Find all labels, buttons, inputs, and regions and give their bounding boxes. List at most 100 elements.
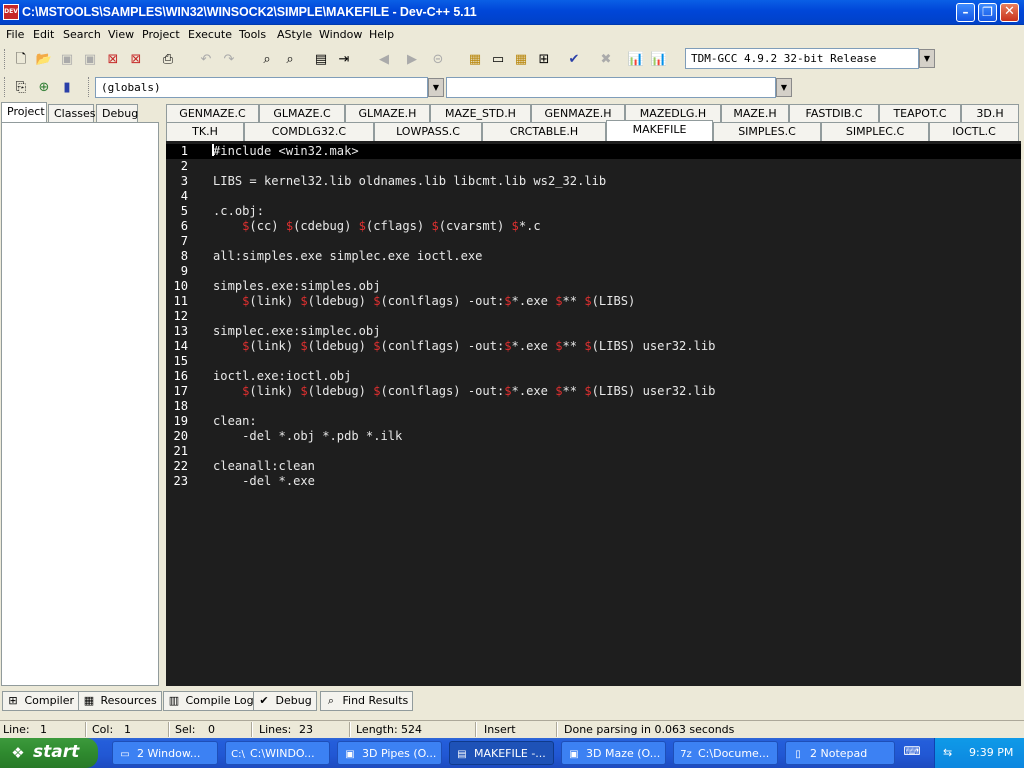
abort-compile-icon[interactable]: ✖ — [596, 49, 616, 69]
menu-search[interactable]: Search — [63, 28, 101, 41]
close-button[interactable]: ✕ — [1000, 3, 1019, 22]
file-tab[interactable]: CRCTABLE.H — [482, 122, 606, 141]
code-line[interactable]: 3 LIBS = kernel32.lib oldnames.lib libcmt… — [166, 174, 1021, 189]
tab-debug-panel[interactable]: Debug — [96, 104, 138, 123]
menu-edit[interactable]: Edit — [33, 28, 54, 41]
code-line[interactable]: 20 -del *.obj *.pdb *.ilk — [166, 429, 1021, 444]
remove-from-project-icon[interactable]: ▮ — [57, 77, 77, 97]
menu-tools[interactable]: Tools — [239, 28, 266, 41]
replace-icon[interactable]: ⌕ — [280, 49, 300, 69]
file-tab[interactable]: TEAPOT.C — [879, 104, 961, 123]
run-icon[interactable]: ▭ — [488, 49, 508, 69]
tab-debug[interactable]: ✔ Debug — [253, 691, 317, 711]
code-line[interactable]: 4 — [166, 189, 1021, 204]
menu-view[interactable]: View — [108, 28, 134, 41]
tab-classes[interactable]: Classes — [48, 104, 95, 123]
print-icon[interactable]: ⎙ — [158, 49, 178, 69]
code-line[interactable]: 5 .c.obj: — [166, 204, 1021, 219]
close-all-icon[interactable]: ⊠ — [126, 49, 146, 69]
menu-file[interactable]: File — [6, 28, 24, 41]
taskbar-item[interactable]: ▯ 2 Notepad — [785, 741, 895, 765]
code-line[interactable]: 10 simples.exe:simples.obj — [166, 279, 1021, 294]
tab-compiler[interactable]: ⊞ Compiler — [2, 691, 80, 711]
toolbar-grip[interactable] — [4, 77, 7, 97]
file-tab[interactable]: SIMPLES.C — [713, 122, 821, 141]
taskbar-item[interactable]: ▣ 3D Pipes (O... — [337, 741, 442, 765]
network-icon[interactable]: ⇆ — [943, 746, 959, 760]
file-tab[interactable]: SIMPLEC.C — [821, 122, 929, 141]
syntax-check-icon[interactable]: ✔ — [564, 49, 584, 69]
rebuild-icon[interactable]: ⊞ — [534, 49, 554, 69]
compiler-select[interactable]: TDM-GCC 4.9.2 32-bit Release — [685, 48, 919, 69]
taskbar-item[interactable]: 7z C:\Docume... — [673, 741, 778, 765]
file-tab[interactable]: GLMAZE.C — [259, 104, 345, 123]
toolbar-grip[interactable] — [4, 49, 7, 69]
back-icon[interactable]: ◀ — [374, 49, 394, 69]
taskbar-item[interactable]: ▭ 2 Window... — [112, 741, 218, 765]
menu-window[interactable]: Window — [319, 28, 362, 41]
code-line[interactable]: 17 $(link) $(ldebug) $(conlflags) -out:$… — [166, 384, 1021, 399]
code-line[interactable]: 18 — [166, 399, 1021, 414]
taskbar-item-active[interactable]: ▤ MAKEFILE -... — [449, 741, 554, 765]
code-line[interactable]: 12 — [166, 309, 1021, 324]
file-tab[interactable]: GLMAZE.H — [345, 104, 430, 123]
goto-bookmark-icon[interactable]: ⇥ — [334, 49, 354, 69]
code-line[interactable]: 16 ioctl.exe:ioctl.obj — [166, 369, 1021, 384]
project-panel[interactable] — [1, 122, 159, 686]
new-file-icon[interactable]: 🗋 — [11, 49, 31, 69]
keyboard-icon[interactable]: ⌨ — [903, 744, 921, 762]
tab-compile-log[interactable]: ▥ Compile Log — [163, 691, 259, 711]
code-line[interactable]: 13 simplec.exe:simplec.obj — [166, 324, 1021, 339]
menu-execute[interactable]: Execute — [188, 28, 232, 41]
chevron-down-icon[interactable]: ▼ — [776, 78, 792, 97]
code-line[interactable]: 14 $(link) $(ldebug) $(conlflags) -out:$… — [166, 339, 1021, 354]
code-line[interactable]: 15 — [166, 354, 1021, 369]
chevron-down-icon[interactable]: ▼ — [919, 49, 935, 68]
code-line[interactable]: 7 — [166, 234, 1021, 249]
start-button[interactable]: ❖ start — [0, 738, 98, 768]
compile-icon[interactable]: ▦ — [465, 49, 485, 69]
open-file-icon[interactable]: 📂 — [34, 49, 54, 69]
file-tab[interactable]: LOWPASS.C — [374, 122, 482, 141]
title-bar[interactable]: DEV C:\MSTOOLS\SAMPLES\WIN32\WINSOCK2\SI… — [0, 0, 1024, 25]
undo-icon[interactable]: ↶ — [196, 49, 216, 69]
file-tab[interactable]: COMDLG32.C — [244, 122, 374, 141]
code-line[interactable]: 1 #include <win32.mak> — [166, 144, 1021, 159]
add-to-project-icon[interactable]: ⊕ — [34, 77, 54, 97]
find-icon[interactable]: ⌕ — [257, 49, 277, 69]
stop-icon[interactable]: ⊝ — [428, 49, 448, 69]
save-all-icon[interactable]: ▣ — [80, 49, 100, 69]
code-line[interactable]: 6 $(cc) $(cdebug) $(cflags) $(cvarsmt) $… — [166, 219, 1021, 234]
tab-find-results[interactable]: ⌕ Find Results — [320, 691, 414, 711]
file-tab[interactable]: 3D.H — [961, 104, 1019, 123]
profile-icon[interactable]: 📊 — [626, 49, 646, 69]
scope-select[interactable]: (globals) — [95, 77, 428, 98]
file-tab[interactable]: IOCTL.C — [929, 122, 1019, 141]
taskbar-item[interactable]: C:\ C:\WINDO... — [225, 741, 330, 765]
file-tab[interactable]: FASTDIB.C — [789, 104, 879, 123]
compile-run-icon[interactable]: ▦ — [511, 49, 531, 69]
code-line[interactable]: 2 — [166, 159, 1021, 174]
file-tab[interactable]: GENMAZE.C — [166, 104, 259, 123]
file-tab[interactable]: TK.H — [166, 122, 244, 141]
code-line[interactable]: 21 — [166, 444, 1021, 459]
code-line[interactable]: 11 $(link) $(ldebug) $(conlflags) -out:$… — [166, 294, 1021, 309]
menu-help[interactable]: Help — [369, 28, 394, 41]
toolbar-grip[interactable] — [88, 77, 91, 97]
taskbar-item[interactable]: ▣ 3D Maze (O... — [561, 741, 666, 765]
delete-profile-icon[interactable]: 📊 — [649, 49, 669, 69]
file-tab[interactable]: MAZE_STD.H — [430, 104, 531, 123]
minimize-button[interactable]: – — [956, 3, 975, 22]
tab-project[interactable]: Project — [1, 102, 47, 123]
chevron-down-icon[interactable]: ▼ — [428, 78, 444, 97]
tab-resources[interactable]: ▦ Resources — [78, 691, 162, 711]
code-line[interactable]: 8 all:simples.exe simplec.exe ioctl.exe — [166, 249, 1021, 264]
goto-line-icon[interactable]: ▤ — [311, 49, 331, 69]
code-editor[interactable]: 1 #include <win32.mak> 2 3 LIBS = kernel32.l… — [166, 141, 1021, 686]
code-line[interactable]: 23 -del *.exe — [166, 474, 1021, 489]
file-tab-active[interactable]: MAKEFILE — [606, 120, 713, 141]
redo-icon[interactable]: ↷ — [219, 49, 239, 69]
close-file-icon[interactable]: ⊠ — [103, 49, 123, 69]
new-project-icon[interactable]: ⎘ — [11, 77, 31, 97]
menu-project[interactable]: Project — [142, 28, 180, 41]
